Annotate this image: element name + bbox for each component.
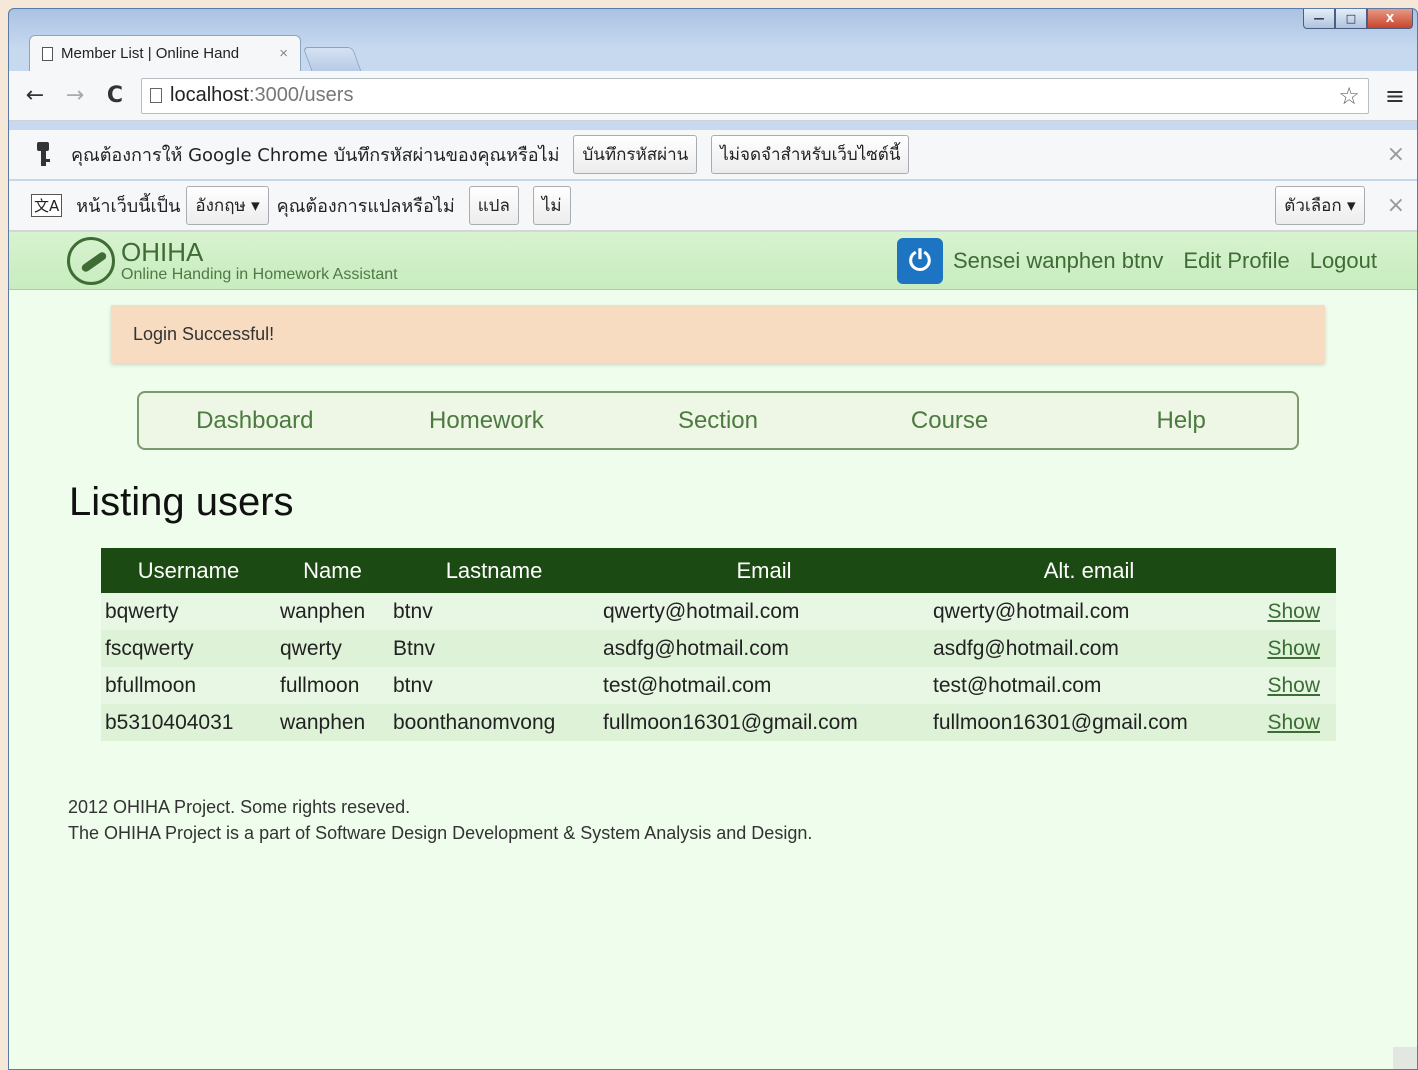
header-email: Email [599,548,929,593]
page-footer: 2012 OHIHA Project. Some rights reseved.… [68,794,812,846]
translate-options-button[interactable]: ตัวเลือก ▾ [1275,186,1365,225]
cell-username: fscqwerty [101,630,276,667]
cell-email: fullmoon16301@gmail.com [599,704,929,741]
cell-name: wanphen [276,593,389,630]
footer-copyright: 2012 OHIHA Project. Some rights reseved. [68,797,411,817]
forward-icon[interactable]: → [61,83,89,108]
cell-name: fullmoon [276,667,389,704]
scrollbar-corner [1393,1047,1417,1069]
edit-profile-link[interactable]: Edit Profile [1183,248,1289,274]
translate-icon: 文A [31,194,63,217]
site-header: OHIHA Online Handing in Homework Assista… [9,232,1417,290]
user-profile-link[interactable]: Sensei wanphen btnv [953,248,1163,274]
never-save-button[interactable]: ไม่จดจำสำหรับเว็บไซต์นี้ [711,135,910,174]
show-user-link[interactable]: Show [1267,674,1320,697]
header-actions [1249,548,1336,593]
cell-username: b5310404031 [101,704,276,741]
nav-help[interactable]: Help [1065,407,1297,435]
header-alt-email: Alt. email [929,548,1249,593]
tab-title: Member List | Online Hand [61,45,240,62]
cell-action: Show [1249,593,1336,630]
ohiha-logo-icon[interactable] [67,236,115,285]
show-user-link[interactable]: Show [1267,600,1320,623]
no-translate-button[interactable]: ไม่ [532,186,571,225]
address-bar[interactable]: localhost:3000/users ☆ [141,77,1369,114]
cell-alt-email: qwerty@hotmail.com [929,593,1249,630]
back-icon[interactable]: ← [21,83,49,108]
power-icon[interactable]: ⏻ [896,237,943,284]
browser-window: — □ X Member List | Online Hand × ← → C … [8,8,1418,1070]
cell-username: bfullmoon [101,667,276,704]
minimize-button[interactable]: — [1303,9,1335,29]
url-path: :3000/users [248,84,354,106]
header-lastname: Lastname [389,548,599,593]
logout-link[interactable]: Logout [1310,248,1377,274]
close-icon[interactable]: × [1387,193,1405,218]
footer-description: The OHIHA Project is a part of Software … [68,823,813,843]
cell-email: test@hotmail.com [599,667,929,704]
flash-message: Login Successful! [111,305,1325,363]
cell-lastname: btnv [389,667,599,704]
cell-alt-email: test@hotmail.com [929,667,1249,704]
cell-lastname: Btnv [389,630,599,667]
cell-email: asdfg@hotmail.com [599,630,929,667]
reload-icon[interactable]: C [101,83,129,108]
logo-title: OHIHA [121,236,204,267]
cell-alt-email: fullmoon16301@gmail.com [929,704,1249,741]
close-window-button[interactable]: X [1367,9,1413,29]
key-icon [37,141,50,166]
header-name: Name [276,548,389,593]
chrome-menu-icon[interactable]: ≡ [1385,82,1405,110]
cell-username: bqwerty [101,593,276,630]
main-nav: Dashboard Homework Section Course Help [137,391,1299,450]
cell-action: Show [1249,704,1336,741]
page-icon [42,46,53,61]
page-viewport: OHIHA Online Handing in Homework Assista… [9,232,1417,1069]
logo[interactable]: OHIHA Online Handing in Homework Assista… [121,239,398,283]
cell-name: qwerty [276,630,389,667]
cell-lastname: btnv [389,593,599,630]
nav-section[interactable]: Section [602,407,834,435]
nav-homework[interactable]: Homework [371,407,603,435]
translate-infobar: 文A หน้าเว็บนี้เป็น อังกฤษ ▾ คุณต้องการแป… [9,181,1417,231]
cell-email: qwerty@hotmail.com [599,593,929,630]
cell-action: Show [1249,630,1336,667]
users-table: Username Name Lastname Email Alt. email … [101,548,1336,741]
url-host: localhost [170,84,249,106]
table-row: bqwerty wanphen btnv qwerty@hotmail.com … [101,593,1336,630]
password-message: คุณต้องการให้ Google Chrome บันทึกรหัสผ่… [71,145,560,166]
save-password-button[interactable]: บันทึกรหัสผ่าน [573,135,698,174]
language-dropdown[interactable]: อังกฤษ ▾ [186,186,269,225]
header-username: Username [101,548,276,593]
maximize-button[interactable]: □ [1335,9,1367,29]
browser-toolbar: ← → C localhost:3000/users ☆ ≡ [9,71,1417,121]
show-user-link[interactable]: Show [1267,637,1320,660]
tab-close-icon[interactable]: × [279,45,288,62]
table-row: bfullmoon fullmoon btnv test@hotmail.com… [101,667,1336,704]
bookmark-star-icon[interactable]: ☆ [1338,82,1360,110]
password-infobar: คุณต้องการให้ Google Chrome บันทึกรหัสผ่… [9,130,1417,180]
table-row: b5310404031 wanphen boonthanomvong fullm… [101,704,1336,741]
logo-subtitle: Online Handing in Homework Assistant [121,265,398,283]
translate-question: คุณต้องการแปลหรือไม่ [276,196,455,217]
window-controls: — □ X [1303,9,1413,29]
page-title: Listing users [69,480,294,524]
table-row: fscqwerty qwerty Btnv asdfg@hotmail.com … [101,630,1336,667]
nav-dashboard[interactable]: Dashboard [139,407,371,435]
cell-alt-email: asdfg@hotmail.com [929,630,1249,667]
cell-name: wanphen [276,704,389,741]
browser-tab[interactable]: Member List | Online Hand × [29,35,301,71]
tab-strip: Member List | Online Hand × [29,35,362,71]
close-icon[interactable]: × [1387,142,1405,167]
show-user-link[interactable]: Show [1267,711,1320,734]
cell-action: Show [1249,667,1336,704]
cell-lastname: boonthanomvong [389,704,599,741]
new-tab-button[interactable] [302,47,362,71]
translate-button[interactable]: แปล [468,186,519,225]
page-icon [150,88,162,103]
table-header-row: Username Name Lastname Email Alt. email [101,548,1336,593]
url-text[interactable]: localhost:3000/users [170,84,1330,107]
nav-course[interactable]: Course [834,407,1066,435]
translate-prefix: หน้าเว็บนี้เป็น [76,196,181,217]
